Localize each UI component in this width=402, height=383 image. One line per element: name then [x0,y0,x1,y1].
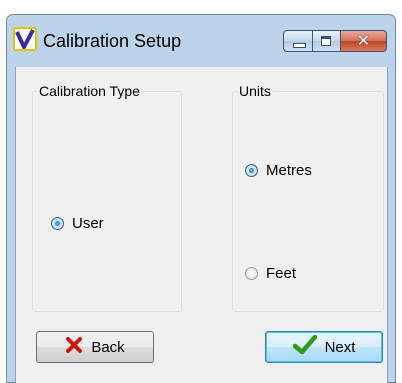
radio-user-indicator[interactable] [51,217,64,230]
radio-feet[interactable]: Feet [245,265,296,282]
close-button[interactable]: ✕ [341,30,387,52]
units-legend: Units [237,83,273,99]
title-bar[interactable]: Calibration Setup ✕ [7,15,395,61]
green-check-icon [292,334,317,359]
radio-metres[interactable]: Metres [245,162,312,179]
back-button-label: Back [91,338,125,356]
minimize-icon [293,43,306,48]
app-check-icon [13,27,37,51]
radio-user[interactable]: User [51,215,104,232]
radio-feet-indicator[interactable] [245,267,258,280]
close-icon: ✕ [356,31,371,50]
dialog-window: Calibration Setup ✕ Calibration Type Use… [6,14,396,383]
calibration-type-legend: Calibration Type [37,83,142,99]
units-group: Units Metres Feet [232,83,384,312]
back-button[interactable]: Back [36,331,154,363]
maximize-icon [321,36,331,46]
window-title: Calibration Setup [43,31,182,51]
radio-metres-label: Metres [266,162,312,179]
caption-buttons: ✕ [283,30,387,52]
radio-feet-label: Feet [266,265,297,282]
next-button-label: Next [324,338,356,356]
red-x-icon [65,336,83,358]
dialog-client-area: Calibration Type User Units Metres Feet [15,67,388,383]
minimize-button[interactable] [283,30,313,52]
next-button[interactable]: Next [265,331,383,363]
calibration-type-group: Calibration Type User [32,83,182,312]
radio-metres-indicator[interactable] [245,164,258,177]
radio-user-label: User [72,215,104,232]
maximize-button[interactable] [313,30,341,52]
